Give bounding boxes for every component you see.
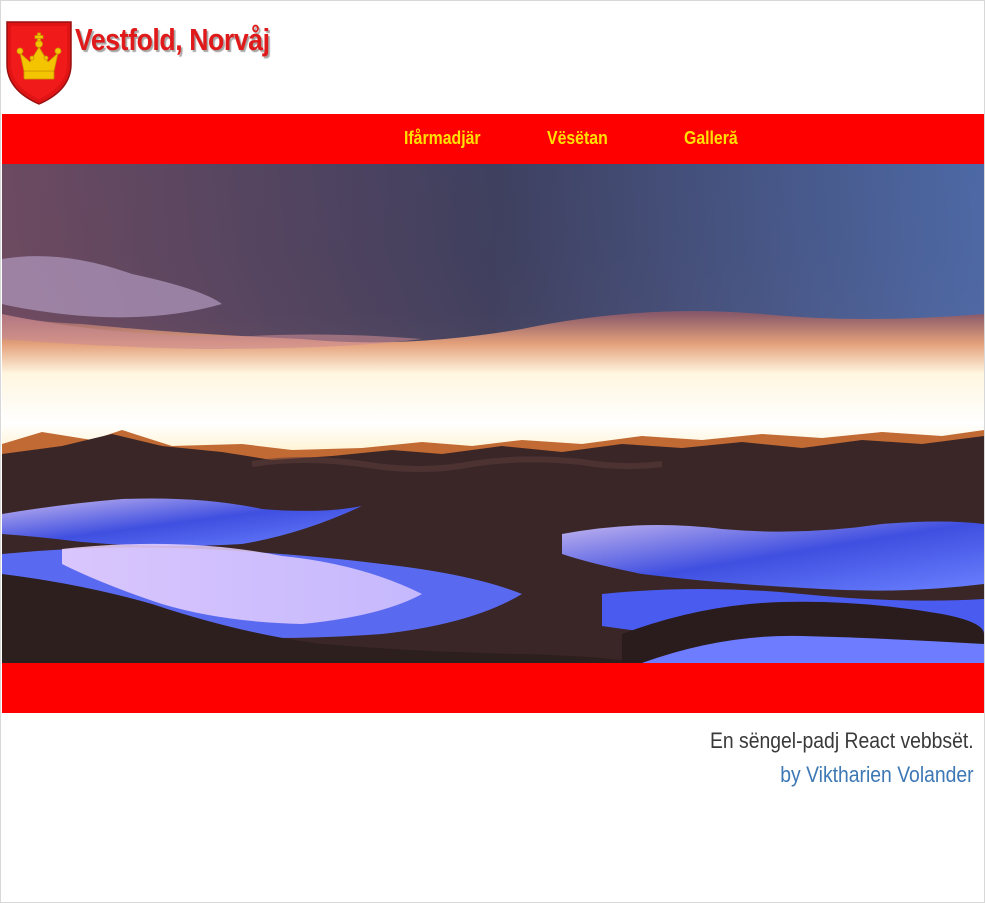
author-link[interactable]: by Viktharien Volander (710, 762, 974, 788)
nav-item-visit[interactable]: Vësëtan (547, 128, 608, 149)
red-band (2, 663, 984, 713)
site-title: Vestfold, Norvåj (75, 22, 270, 57)
hero-image (2, 164, 984, 663)
footer: En sëngel-padj React vebbsët. by Vikthar… (674, 728, 974, 788)
main-navbar: Ifårmadjär Vësëtan Galleră (2, 114, 984, 164)
nav-item-gallery[interactable]: Galleră (684, 128, 738, 149)
nav-item-information[interactable]: Ifårmadjär (404, 128, 481, 149)
coat-of-arms-crown-icon[interactable] (5, 20, 73, 106)
site-header: Vestfold, Norvåj (2, 2, 984, 114)
footer-tagline: En sëngel-padj React vebbsët. (710, 728, 974, 753)
